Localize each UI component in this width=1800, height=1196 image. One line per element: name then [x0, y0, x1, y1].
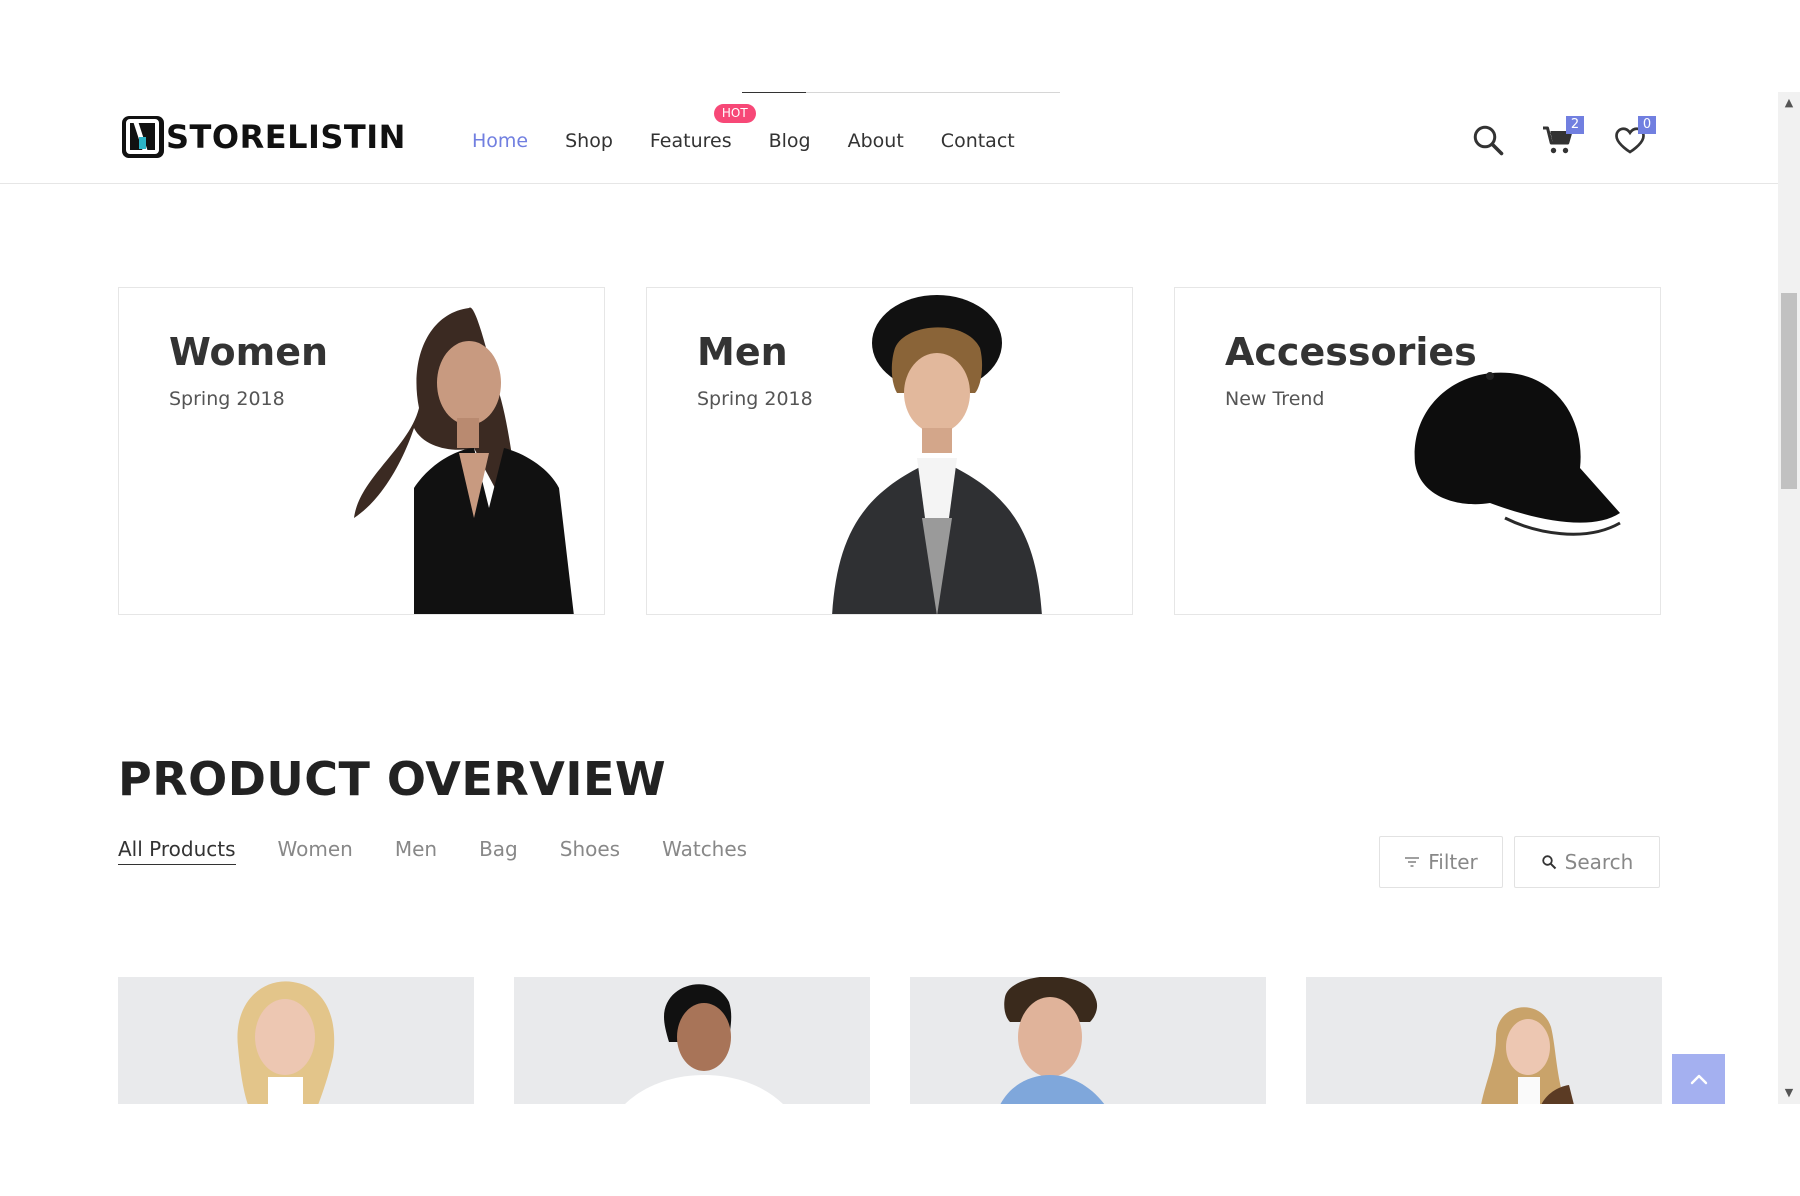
hot-badge: HOT	[713, 104, 756, 123]
scroll-up-arrow-icon[interactable]: ▲	[1778, 92, 1800, 114]
product-image	[237, 981, 335, 1104]
product-image	[1000, 977, 1105, 1104]
nav-blog[interactable]: Blog	[769, 130, 811, 152]
nav-about[interactable]: About	[848, 130, 904, 152]
logo-text: STORELISTIN	[166, 118, 406, 156]
filter-tab-shoes[interactable]: Shoes	[560, 837, 620, 865]
search-small-icon	[1541, 855, 1556, 870]
filter-button[interactable]: Filter	[1379, 836, 1503, 888]
nav-shop[interactable]: Shop	[565, 130, 613, 152]
product-image	[1481, 1007, 1574, 1104]
site-logo[interactable]: STORELISTIN	[122, 116, 406, 158]
header-icons: 2 0	[1470, 116, 1660, 172]
banner-women[interactable]: Women Spring 2018	[118, 287, 605, 615]
product-overview-title: PRODUCT OVERVIEW	[118, 752, 667, 806]
filter-tab-bag[interactable]: Bag	[479, 837, 518, 865]
banner-accessories-image	[1414, 372, 1621, 536]
nav-indicator-track	[742, 92, 1060, 93]
back-to-top-button[interactable]	[1672, 1054, 1725, 1104]
nav-home[interactable]: Home	[472, 130, 528, 152]
wishlist-button[interactable]: 0	[1612, 116, 1656, 162]
chevron-up-icon	[1690, 1074, 1707, 1085]
product-card[interactable]	[910, 977, 1266, 1104]
banner-men-title: Men	[697, 330, 788, 374]
banner-women-image	[354, 307, 574, 614]
nav-indicator-fill	[742, 92, 806, 93]
nav-contact[interactable]: Contact	[941, 130, 1015, 152]
scroll-down-arrow-icon[interactable]: ▼	[1778, 1082, 1800, 1104]
filter-tab-all-products[interactable]: All Products	[118, 837, 236, 865]
page-viewport: STORELISTIN Home Shop Features HOT Blog …	[0, 92, 1778, 1104]
search-toggle-button[interactable]: Search	[1514, 836, 1660, 888]
main-nav: Home Shop Features HOT Blog About Contac…	[472, 104, 1052, 152]
banner-men-image	[832, 295, 1042, 614]
filter-tab-watches[interactable]: Watches	[662, 837, 747, 865]
site-header: STORELISTIN Home Shop Features HOT Blog …	[0, 92, 1778, 184]
banner-accessories[interactable]: Accessories New Trend	[1174, 287, 1661, 615]
nav-features[interactable]: Features HOT	[649, 104, 756, 152]
search-button-label: Search	[1564, 850, 1634, 874]
product-card[interactable]	[1306, 977, 1662, 1104]
banner-accessories-subtitle: New Trend	[1225, 388, 1325, 410]
nav-features-label: Features	[649, 130, 732, 152]
filter-tab-women[interactable]: Women	[278, 837, 353, 865]
filter-icon	[1405, 857, 1420, 867]
wishlist-count-badge: 0	[1638, 116, 1656, 134]
scrollbar-thumb[interactable]	[1781, 293, 1797, 489]
product-image	[625, 984, 783, 1104]
filter-tab-men[interactable]: Men	[395, 837, 437, 865]
cart-count-badge: 2	[1566, 116, 1584, 134]
banner-women-title: Women	[169, 330, 329, 374]
search-icon[interactable]	[1470, 122, 1510, 162]
banner-men[interactable]: Men Spring 2018	[646, 287, 1133, 615]
cart-button[interactable]: 2	[1540, 116, 1584, 162]
product-card[interactable]	[118, 977, 474, 1104]
product-card[interactable]	[514, 977, 870, 1104]
page-scrollbar[interactable]: ▲ ▼	[1778, 92, 1800, 1104]
product-filter-tabs: All Products Women Men Bag Shoes Watches	[118, 837, 789, 865]
logo-mark-icon	[122, 116, 164, 158]
banner-women-subtitle: Spring 2018	[169, 388, 285, 410]
filter-button-label: Filter	[1428, 850, 1478, 874]
